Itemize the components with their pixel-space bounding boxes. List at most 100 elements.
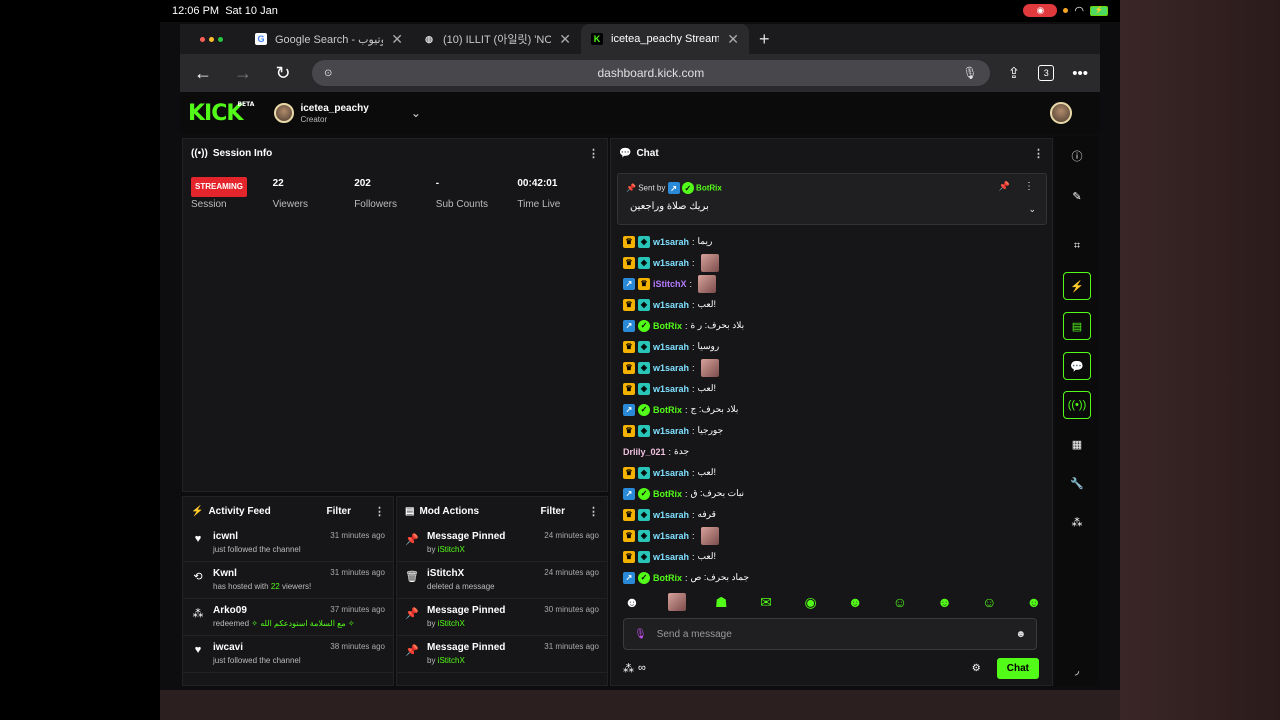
chat-message[interactable]: ♛ ◈ w1sarah: لعب!: [623, 546, 1043, 567]
chat-username[interactable]: w1sarah: [653, 384, 689, 394]
close-tab-icon[interactable]: ✕: [727, 31, 739, 48]
emote[interactable]: ☺: [891, 593, 909, 611]
chat-username[interactable]: w1sarah: [653, 468, 689, 478]
window-controls[interactable]: [200, 36, 223, 42]
kick-header: KICK BETA icetea_peachy Creator ⌄: [180, 92, 1100, 134]
kebab-menu-icon[interactable]: ⋮: [588, 147, 599, 160]
chat-bubble-icon[interactable]: 💬: [1063, 352, 1091, 380]
subscriber-badge-icon: ◈: [638, 466, 650, 479]
emote[interactable]: ☗: [712, 593, 730, 611]
list-item: 📌 Message Pinned 24 minutes ago by iStitch…: [397, 525, 607, 562]
chat-message[interactable]: ↗ ✓ BotRix: نبات بحرف: ق: [623, 483, 1043, 504]
kebab-menu-icon[interactable]: ⋮: [588, 505, 599, 518]
wrench-icon[interactable]: 🔧: [1063, 469, 1091, 497]
emote[interactable]: ✉: [757, 593, 775, 611]
pencil-icon[interactable]: ✎: [1063, 182, 1091, 210]
chat-username[interactable]: iStitchX: [653, 279, 687, 289]
filter-button[interactable]: Filter: [541, 506, 565, 517]
microphone-icon[interactable]: 🎙: [634, 629, 647, 640]
chat-message[interactable]: ♛ ◈ w1sarah: روسيا: [623, 336, 1043, 357]
chat-message[interactable]: ↗ ✓ BotRix: بلاد بحرف: ر ة: [623, 315, 1043, 336]
share-icon[interactable]: ⇪: [1008, 64, 1021, 82]
chat-message[interactable]: ♛ ◈ w1sarah:: [623, 357, 1043, 378]
chat-username[interactable]: BotRix: [653, 489, 682, 499]
chevron-down-icon[interactable]: ⌄: [411, 106, 421, 120]
filter-button[interactable]: Filter: [327, 506, 351, 517]
tab-illit[interactable]: ◍ (10) ILLIT (아일릿) 'NOT C ✕: [413, 24, 581, 54]
emote[interactable]: ☻: [936, 593, 954, 611]
user-avatar[interactable]: [1050, 102, 1072, 124]
clipboard-icon[interactable]: ▤: [1063, 312, 1091, 340]
mic-indicator-icon: [1063, 8, 1069, 13]
channel-points-icon[interactable]: ⁂: [623, 662, 634, 675]
unpin-icon[interactable]: 📌: [999, 181, 1010, 192]
points-icon[interactable]: ⁂: [1063, 508, 1091, 536]
crop-icon[interactable]: ⌗: [1063, 232, 1091, 260]
emoji-icon[interactable]: ☻: [1015, 629, 1026, 640]
kebab-menu-icon[interactable]: ⋮: [1024, 181, 1034, 192]
chat-message[interactable]: ↗ ♛ iStitchX:: [623, 273, 1043, 294]
chat-message[interactable]: ♛ ◈ w1sarah: قرفه: [623, 504, 1043, 525]
send-chat-button[interactable]: Chat: [996, 657, 1039, 679]
tab-count-button[interactable]: 3: [1038, 65, 1055, 81]
emote[interactable]: [667, 593, 686, 611]
chat-username[interactable]: w1sarah: [653, 300, 689, 310]
emote[interactable]: ☻: [623, 593, 641, 611]
channel-switcher[interactable]: icetea_peachy Creator ⌄: [274, 102, 421, 124]
tab-kick-stream[interactable]: K icetea_peachy Stream - K ✕: [581, 24, 749, 54]
address-bar[interactable]: ⊙ dashboard.kick.com 🎙: [312, 60, 990, 86]
emote-image: [698, 274, 717, 293]
close-tab-icon[interactable]: ✕: [559, 31, 571, 48]
chat-message[interactable]: ♛ ◈ w1sarah:: [623, 525, 1043, 546]
chat-message[interactable]: ♛ ◈ w1sarah:: [623, 252, 1043, 273]
channel-points: ∞: [638, 662, 646, 674]
chat-message[interactable]: Drlily_021: جدة: [623, 441, 1043, 462]
broadcast-icon[interactable]: ((•)): [1063, 391, 1091, 419]
list-item: ⟲ Kwnl 31 minutes ago has hosted with 22 v…: [183, 562, 393, 599]
emote[interactable]: ☻: [1025, 593, 1043, 611]
chat-username[interactable]: w1sarah: [653, 426, 689, 436]
chat-username[interactable]: BotRix: [653, 321, 682, 331]
chat-username[interactable]: w1sarah: [653, 258, 689, 268]
chat-message[interactable]: ♛ ◈ w1sarah: ريما: [623, 231, 1043, 252]
chat-username[interactable]: Drlily_021: [623, 447, 666, 457]
emote[interactable]: ☺: [980, 593, 998, 611]
close-tab-icon[interactable]: ✕: [391, 31, 403, 48]
resize-handle-icon[interactable]: ◞: [1063, 656, 1091, 684]
chat-input[interactable]: 🎙 Send a message ☻: [623, 618, 1037, 650]
pinned-message[interactable]: 📌 Sent by ↗ ✓ BotRix بريك صلاة وراجعين 📌…: [617, 173, 1047, 225]
crown-badge-icon: ♛: [623, 382, 635, 395]
kebab-menu-icon[interactable]: ⋮: [1033, 147, 1044, 160]
lightning-icon[interactable]: ⚡: [1063, 272, 1091, 300]
chat-message[interactable]: ♛ ◈ w1sarah: جورجيا: [623, 420, 1043, 441]
kebab-menu-icon[interactable]: ⋮: [374, 505, 385, 518]
more-menu-icon[interactable]: •••: [1072, 65, 1088, 82]
kick-logo[interactable]: KICK BETA: [188, 101, 254, 126]
chat-username[interactable]: w1sarah: [653, 552, 689, 562]
chat-username[interactable]: w1sarah: [653, 531, 689, 541]
chat-message[interactable]: ↗ ✓ BotRix: جماد بحرف: ص: [623, 567, 1043, 588]
chat-message[interactable]: ♛ ◈ w1sarah: لعب!: [623, 462, 1043, 483]
chat-message[interactable]: ♛ ◈ w1sarah: لعب!: [623, 294, 1043, 315]
reload-button[interactable]: ↻: [272, 63, 294, 84]
chat-username[interactable]: w1sarah: [653, 342, 689, 352]
browser-tab-bar: G Google Search - يوتيوب ✕ ◍ (10) ILLIT …: [180, 24, 1100, 54]
chat-username[interactable]: w1sarah: [653, 510, 689, 520]
chevron-down-icon[interactable]: ⌄: [1028, 204, 1036, 215]
chat-username[interactable]: w1sarah: [653, 363, 689, 373]
chat-message[interactable]: ♛ ◈ w1sarah: لعب!: [623, 378, 1043, 399]
layout-icon[interactable]: ▦: [1063, 430, 1091, 458]
chat-username[interactable]: w1sarah: [653, 237, 689, 247]
microphone-icon[interactable]: 🎙: [962, 66, 977, 80]
forward-button[interactable]: →: [232, 63, 254, 84]
emote[interactable]: ☻: [846, 593, 864, 611]
chat-message[interactable]: ↗ ✓ BotRix: بلاد بحرف: ج: [623, 399, 1043, 420]
new-tab-button[interactable]: +: [759, 29, 770, 50]
emote[interactable]: ◉: [802, 593, 820, 611]
chat-username[interactable]: BotRix: [653, 405, 682, 415]
gear-icon[interactable]: ⚙: [972, 663, 981, 674]
chat-username[interactable]: BotRix: [653, 573, 682, 583]
back-button[interactable]: ←: [192, 63, 214, 84]
tab-google-search[interactable]: G Google Search - يوتيوب ✕: [245, 24, 413, 54]
info-icon[interactable]: ⓘ: [1063, 142, 1091, 170]
